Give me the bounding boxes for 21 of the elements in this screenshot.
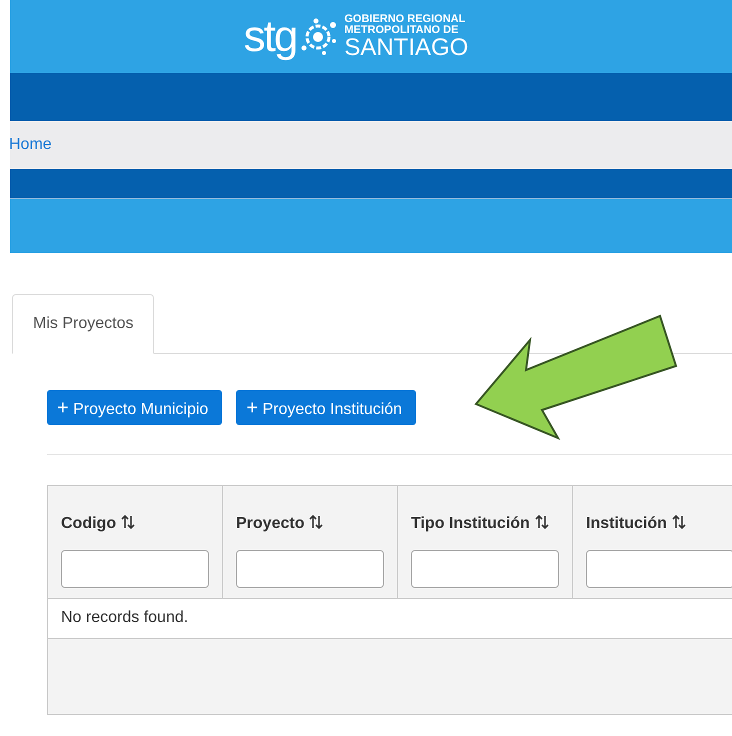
- tab[interactable]: Mis Proyectos: [12, 294, 154, 354]
- sort-icon[interactable]: [120, 514, 136, 530]
- add-project-button[interactable]: + Proyecto Institución: [236, 390, 416, 425]
- sort-icon[interactable]: [670, 514, 687, 530]
- home-link[interactable]: Home: [9, 136, 52, 154]
- sort-icon[interactable]: [534, 514, 550, 530]
- filter-field[interactable]: [61, 550, 209, 588]
- filter-field[interactable]: [236, 550, 384, 588]
- sort-icon[interactable]: [308, 514, 324, 530]
- column-title[interactable]: Codigo: [61, 515, 116, 532]
- logo-text: METROPOLITANO DE: [344, 24, 460, 36]
- logo-mark: stg: [244, 14, 296, 58]
- logo-text: GOBIERNO REGIONAL: [344, 14, 466, 24]
- column-title[interactable]: Institución: [586, 515, 667, 532]
- column-title[interactable]: Proyecto: [236, 515, 304, 532]
- logo-text: SANTIAGO: [344, 36, 468, 60]
- column-title[interactable]: Tipo Institución: [411, 515, 530, 532]
- add-project-button[interactable]: + Proyecto Municipio: [47, 390, 222, 425]
- filter-field[interactable]: [411, 550, 559, 588]
- filter-field[interactable]: [586, 550, 732, 588]
- empty-message: No records found.: [61, 609, 188, 626]
